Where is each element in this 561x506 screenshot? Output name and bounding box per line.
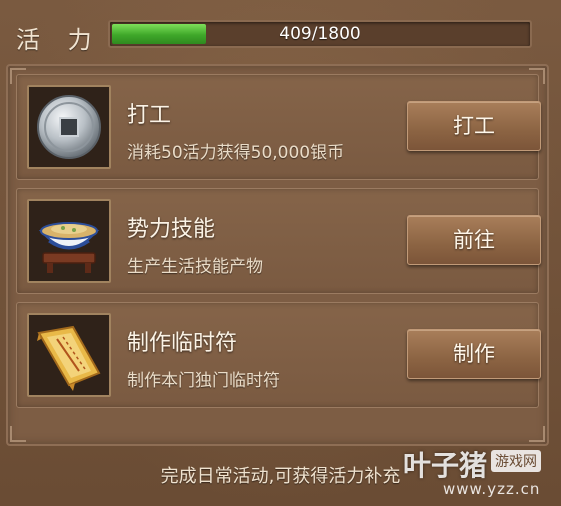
silver-coin-icon: [27, 85, 111, 169]
task-title: 打工: [127, 103, 172, 128]
panel-corner-ornament: [529, 426, 545, 442]
go-button[interactable]: 前往: [407, 215, 541, 265]
task-row-talisman: 制作临时符 制作本门独门临时符 制作: [16, 302, 541, 408]
task-row-work: 打工 消耗50活力获得50,000银币 打工: [16, 74, 541, 180]
task-title: 制作临时符: [127, 331, 238, 356]
energy-progress-bar: 409/1800: [108, 20, 532, 48]
watermark-url: www.yzz.cn: [443, 480, 541, 498]
task-description: 生产生活技能产物: [127, 257, 263, 277]
task-description: 消耗50活力获得50,000银币: [127, 143, 345, 163]
porcelain-bowl-icon: [27, 199, 111, 283]
watermark-brand: 叶子猪: [403, 449, 488, 482]
panel-corner-ornament: [10, 426, 26, 442]
activity-panel: 打工 消耗50活力获得50,000银币 打工 势力技能 生产生活技能产物 前往: [6, 64, 549, 446]
energy-value: 409/1800: [279, 24, 361, 44]
talisman-scroll-icon: [27, 313, 111, 397]
energy-header: 活 力 409/1800: [0, 0, 561, 64]
task-description: 制作本门独门临时符: [127, 371, 280, 391]
site-watermark: 叶子猪 游戏网 www.yzz.cn: [403, 444, 553, 502]
task-title: 势力技能: [127, 217, 216, 242]
energy-label: 活 力: [16, 26, 102, 54]
task-row-faction-skill: 势力技能 生产生活技能产物 前往: [16, 188, 541, 294]
watermark-tag: 游戏网: [491, 450, 541, 472]
work-button[interactable]: 打工: [407, 101, 541, 151]
craft-button[interactable]: 制作: [407, 329, 541, 379]
